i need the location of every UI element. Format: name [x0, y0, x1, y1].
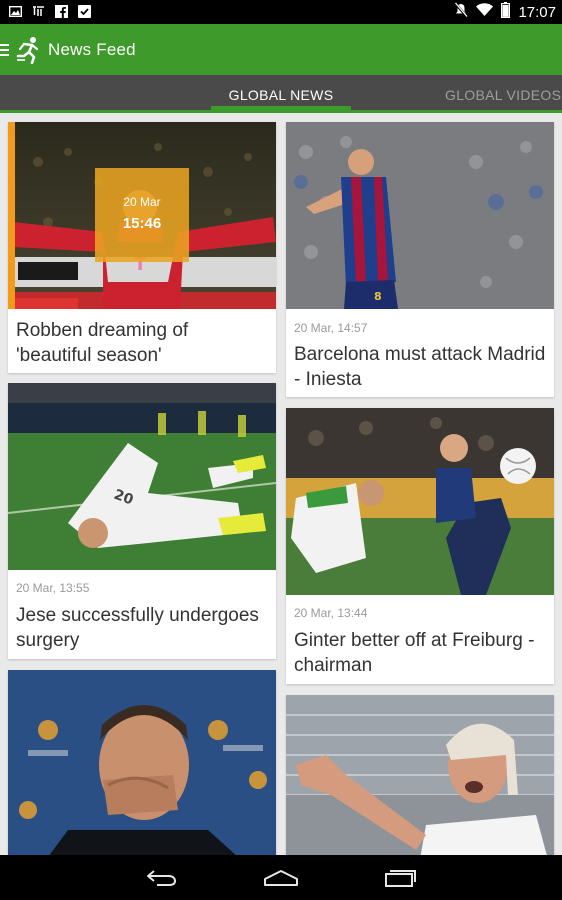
- tab-global-news[interactable]: GLOBAL NEWS: [211, 75, 351, 113]
- article-headline: Robben dreaming of 'beautiful season': [16, 320, 189, 366]
- clock: 17:07: [518, 3, 556, 21]
- tab-global-videos[interactable]: GLOBAL VIDEOS: [445, 75, 562, 113]
- article-timestamp: 20 Mar, 13:55: [16, 581, 90, 595]
- article-photo: [286, 695, 554, 855]
- article-timestamp: 20 Mar, 14:57: [294, 321, 368, 335]
- news-card[interactable]: 20 20 Mar, 13:55 Jese successfully under…: [8, 383, 276, 659]
- news-card[interactable]: [8, 670, 276, 855]
- article-photo: [286, 408, 554, 595]
- page-title: News Feed: [48, 39, 136, 59]
- news-card[interactable]: [286, 695, 554, 855]
- svg-text:8: 8: [374, 290, 382, 303]
- tab-bar: GLOBAL NEWS GLOBAL VIDEOS: [0, 75, 562, 113]
- system-icons: 17:07: [454, 1, 556, 23]
- status-bar: 17:07: [0, 0, 562, 24]
- system-navigation-bar: [0, 855, 562, 900]
- news-card[interactable]: 20 Mar, 13:44 Ginter better off at Freib…: [286, 408, 554, 684]
- news-feed[interactable]: T Robben dreaming of 'beautiful season' …: [0, 113, 562, 855]
- unread-indicator: [8, 122, 15, 309]
- featured-time-badge: 20 Mar 15:46: [95, 168, 189, 262]
- runner-icon[interactable]: [15, 35, 41, 65]
- news-card[interactable]: 8 20 Mar, 14:57 Barcelona must attack Ma…: [286, 122, 554, 397]
- article-headline: Jese successfully undergoes surgery: [16, 605, 259, 651]
- home-icon[interactable]: [261, 865, 301, 891]
- app-bar: News Feed: [0, 24, 562, 75]
- tumblr-icon: [31, 4, 45, 18]
- facebook-icon: [54, 4, 68, 18]
- article-photo: [8, 670, 276, 855]
- mute-icon: [454, 1, 469, 23]
- article-headline: Ginter better off at Freiburg - chairman: [294, 630, 535, 676]
- back-icon[interactable]: [141, 865, 181, 891]
- article-timestamp: 20 Mar, 13:44: [294, 606, 368, 620]
- recents-icon[interactable]: [381, 865, 421, 891]
- article-headline: Barcelona must attack Madrid - Iniesta: [294, 344, 546, 390]
- wifi-icon: [476, 3, 494, 21]
- article-photo: 20: [8, 383, 276, 570]
- menu-icon[interactable]: [0, 24, 12, 75]
- notification-icons: [8, 4, 91, 18]
- badge-time: 15:46: [122, 215, 162, 232]
- checkbox-icon: [77, 4, 91, 18]
- battery-icon: [501, 1, 511, 23]
- image-icon: [8, 4, 22, 18]
- article-photo: 8: [286, 122, 554, 309]
- badge-date: 20 Mar: [123, 195, 161, 209]
